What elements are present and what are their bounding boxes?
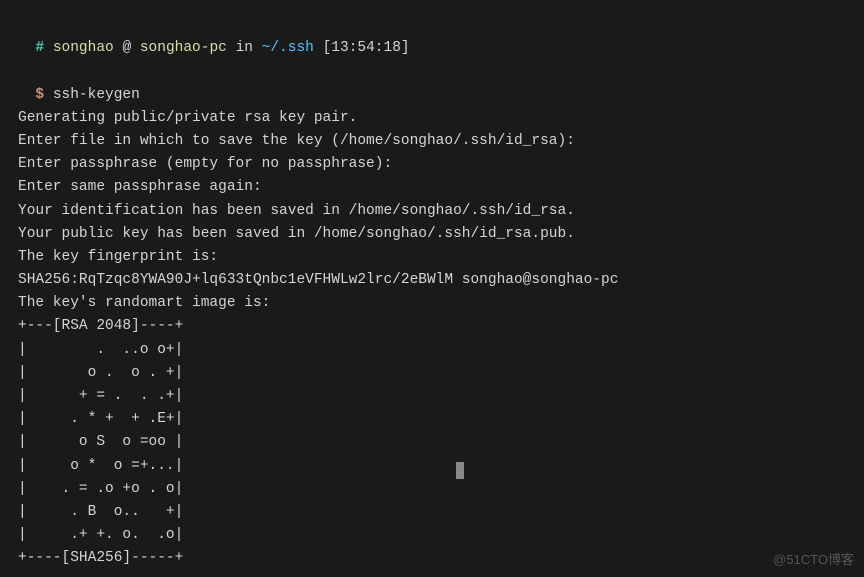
output-line: Enter passphrase (empty for no passphras… [18,153,846,176]
terminal-cursor [456,462,464,479]
output-line: The key's randomart image is: [18,292,846,315]
output-line: Enter file in which to save the key (/ho… [18,130,846,153]
prompt-at: @ [122,40,131,56]
prompt-hash: # [35,40,44,56]
terminal-output: Generating public/private rsa key pair.E… [18,107,846,571]
output-line: Generating public/private rsa key pair. [18,107,846,130]
prompt-user: songhao [53,40,114,56]
output-line: +----[SHA256]-----+ [18,547,846,570]
output-line: | . * + + .E+| [18,408,846,431]
output-line: +---[RSA 2048]----+ [18,315,846,338]
output-line: Enter same passphrase again: [18,176,846,199]
output-line: | . B o.. +| [18,501,846,524]
prompt-dollar: $ [35,87,44,103]
prompt-line-2: $ ssh-keygen [18,60,846,106]
output-line: | + = . . .+| [18,385,846,408]
output-line: | o S o =oo | [18,431,846,454]
output-line: | o . o . +| [18,362,846,385]
output-line: The key fingerprint is: [18,246,846,269]
watermark: @51CTO博客 [773,550,854,571]
prompt-time: [13:54:18] [323,40,410,56]
output-line: | o * o =+...| [18,455,846,478]
prompt-path: ~/.ssh [262,40,314,56]
prompt-host: songhao-pc [140,40,227,56]
prompt-line-1: # songhao @ songhao-pc in ~/.ssh [13:54:… [18,14,846,60]
output-line: | . ..o o+| [18,339,846,362]
output-line: Your identification has been saved in /h… [18,200,846,223]
output-line: Your public key has been saved in /home/… [18,223,846,246]
output-line: | .+ +. o. .o| [18,524,846,547]
command-text[interactable]: ssh-keygen [53,87,140,103]
prompt-in: in [236,40,253,56]
output-line: SHA256:RqTzqc8YWA90J+lq633tQnbc1eVFHWLw2… [18,269,846,292]
output-line: | . = .o +o . o| [18,478,846,501]
